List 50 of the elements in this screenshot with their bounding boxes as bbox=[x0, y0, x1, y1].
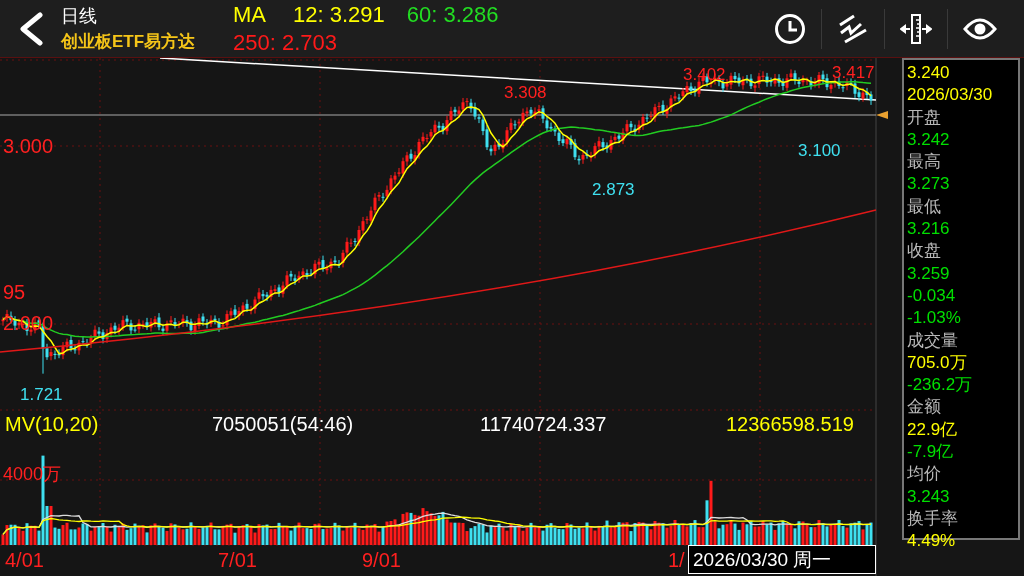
price-axis-label: 95 bbox=[3, 280, 26, 304]
field-value: 3.273 bbox=[907, 173, 951, 196]
field-label: 换手率 bbox=[907, 507, 959, 530]
cursor-date-label: 2026/03/30 周一 bbox=[688, 545, 876, 574]
field-value: 3.242 bbox=[907, 128, 951, 151]
low-price-label: 2.873 bbox=[592, 179, 635, 201]
field-label: 金额 bbox=[907, 396, 942, 419]
price-marker-icon bbox=[876, 111, 888, 119]
date-axis-label: 9/01 bbox=[362, 548, 401, 572]
high-price-label: 3.308 bbox=[504, 82, 547, 104]
field-value: 3.216 bbox=[907, 218, 951, 241]
indicator-value: 11740724.337 bbox=[480, 412, 607, 436]
ma-value: 12: 3.291 bbox=[293, 0, 385, 29]
price-axis-label: 3.000 bbox=[3, 134, 54, 158]
field-value: 4.49% bbox=[907, 530, 957, 553]
field-value: -7.9亿 bbox=[907, 441, 955, 464]
date-axis-label: 1/ bbox=[668, 548, 685, 572]
price-value: 3.240 bbox=[907, 62, 951, 84]
field-value: -0.034 bbox=[907, 284, 957, 307]
clock-icon[interactable] bbox=[774, 12, 806, 45]
field-value: 705.0万 bbox=[907, 351, 968, 374]
field-value: 22.9亿 bbox=[907, 418, 959, 441]
fund-name: 创业板ETF易方达 bbox=[61, 30, 197, 53]
field-label: 收盘 bbox=[907, 240, 942, 263]
high-price-label: 3.417 bbox=[832, 62, 875, 84]
back-icon[interactable] bbox=[18, 11, 44, 46]
indicator-value: 12366598.519 bbox=[726, 412, 854, 436]
field-label: 均价 bbox=[907, 463, 942, 486]
field-label: 开盘 bbox=[907, 106, 942, 129]
field-label: 最高 bbox=[907, 151, 942, 174]
field-label: 最低 bbox=[907, 195, 942, 218]
line-drawing-icon[interactable] bbox=[837, 12, 869, 45]
date-axis-label: 7/01 bbox=[218, 548, 257, 572]
chart-period-label: 日线 bbox=[61, 4, 98, 28]
field-value: 3.259 bbox=[907, 262, 951, 285]
high-price-label: 3.402 bbox=[683, 64, 726, 86]
ma-label: MA bbox=[233, 0, 267, 29]
field-value: -1.03% bbox=[907, 307, 962, 330]
indicator-value: 7050051(54:46) bbox=[212, 412, 354, 436]
indicator-label: MV(10,20) bbox=[5, 412, 99, 436]
ma-value: 60: 3.286 bbox=[406, 0, 499, 29]
date-axis-label: 4/01 bbox=[5, 548, 44, 572]
low-price-label: 1.721 bbox=[20, 384, 63, 406]
ruler-icon[interactable] bbox=[900, 12, 932, 45]
field-value: 3.243 bbox=[907, 485, 951, 508]
field-value: -236.2万 bbox=[907, 374, 974, 397]
low-price-label: 3.100 bbox=[798, 140, 841, 162]
ma-value: 250: 2.703 bbox=[233, 28, 338, 57]
field-label: 成交量 bbox=[907, 329, 959, 352]
date-value: 2026/03/30 bbox=[907, 84, 994, 107]
